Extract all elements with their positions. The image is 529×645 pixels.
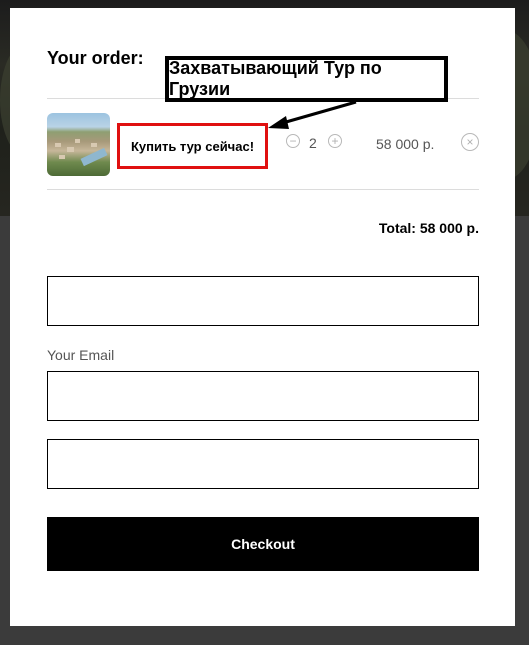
annotation-arrow	[268, 100, 357, 129]
